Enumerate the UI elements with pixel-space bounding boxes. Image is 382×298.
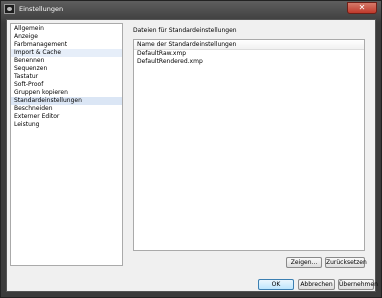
preset-file-list[interactable]: Name der Standardeinstellungen DefaultRa…: [133, 39, 365, 251]
sidebar-item-soft-proof[interactable]: Soft-Proof: [11, 81, 122, 89]
window-title: Einstellungen: [19, 5, 64, 13]
column-header[interactable]: Name der Standardeinstellungen: [134, 40, 364, 50]
list-item[interactable]: DefaultRendered.xmp: [134, 58, 364, 66]
title-bar[interactable]: Einstellungen ✕: [1, 1, 381, 19]
dialog-body: Allgemein Anzeige Farbmanagement Import …: [6, 19, 378, 292]
sidebar-item-beschneiden[interactable]: Beschneiden: [11, 105, 122, 113]
cancel-button[interactable]: Abbrechen: [298, 279, 335, 290]
list-item[interactable]: DefaultRaw.xmp: [134, 50, 364, 58]
app-icon: [4, 4, 15, 14]
group-label: Dateien für Standardeinstellungen: [133, 27, 237, 34]
sidebar-item-allgemein[interactable]: Allgemein: [11, 25, 122, 33]
sidebar-item-leistung[interactable]: Leistung: [11, 121, 122, 129]
sidebar-item-benennen[interactable]: Benennen: [11, 57, 122, 65]
ok-button[interactable]: OK: [258, 279, 294, 290]
sidebar-item-import-cache[interactable]: Import & Cache: [11, 49, 122, 57]
sidebar-item-gruppen-kopieren[interactable]: Gruppen kopieren: [11, 89, 122, 97]
settings-panel: Dateien für Standardeinstellungen Name d…: [129, 23, 373, 266]
close-button[interactable]: ✕: [347, 2, 377, 14]
show-button[interactable]: Zeigen...: [286, 257, 322, 268]
category-list: Allgemein Anzeige Farbmanagement Import …: [10, 23, 123, 266]
preferences-window: Einstellungen ✕ Allgemein Anzeige Farbma…: [0, 0, 382, 298]
sidebar-item-sequenzen[interactable]: Sequenzen: [11, 65, 122, 73]
sidebar-item-tastatur[interactable]: Tastatur: [11, 73, 122, 81]
sidebar-item-standardeinstellungen[interactable]: Standardeinstellungen: [11, 97, 122, 105]
sidebar-item-externer-editor[interactable]: Externer Editor: [11, 113, 122, 121]
sidebar-item-farbmanagement[interactable]: Farbmanagement: [11, 41, 122, 49]
sidebar-item-anzeige[interactable]: Anzeige: [11, 33, 122, 41]
apply-button[interactable]: Übernehmen: [338, 279, 378, 290]
reset-button[interactable]: Zurücksetzen: [325, 257, 367, 268]
